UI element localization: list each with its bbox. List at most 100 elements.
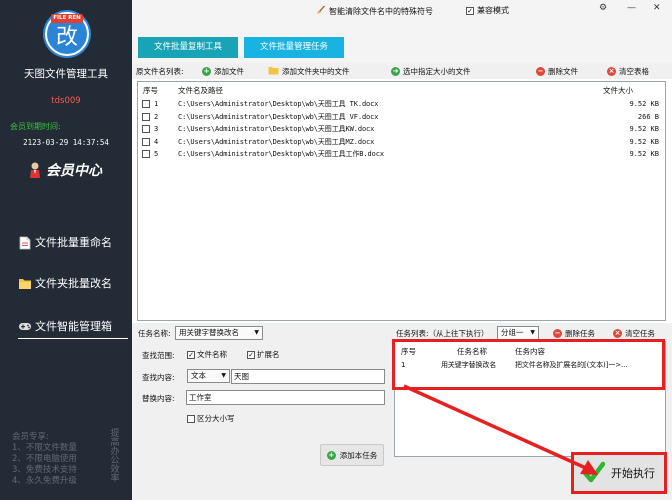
minus-icon: − [553,328,562,338]
app-logo: FILE REN 改 [45,12,89,56]
row-checkbox[interactable] [142,150,150,158]
row-index: 2 [154,112,159,121]
sidebar-item-file-rename[interactable]: 文件批量重命名 [18,232,112,252]
row-checkbox[interactable] [142,112,150,121]
tab-batch-copy[interactable]: 文件批量复制工具 [138,37,238,58]
table-row[interactable]: 4 C:\Users\Administrator\Desktop\wb\天图工具… [138,136,665,148]
column-header-index: 序号 [143,86,158,95]
minimize-button[interactable]: — [627,3,636,13]
delete-task-label: 删除任务 [565,328,595,338]
sidebar-item-label: 文件智能管理箱 [35,320,112,333]
table-row[interactable]: 2 C:\Users\Administrator\Desktop\wb\天图工具… [138,111,665,123]
chevron-down-icon: ▼ [530,329,535,336]
plus-icon: + [202,66,211,76]
expiry-date: 2123-03-29 14:37:54 [23,138,109,147]
promo-line: 4、永久免费升级 [12,476,77,486]
sidebar-item-smart-manager[interactable]: 文件智能管理箱 [18,316,112,336]
arrow-right-icon: ➜ [391,66,400,76]
compat-mode-label: 兼容模式 [477,6,509,15]
row-checkbox[interactable] [142,100,150,108]
row-size: 9.52 KB [629,150,659,158]
row-index: 3 [154,125,159,133]
chevron-down-icon: ▼ [221,372,226,379]
row-size: 266 B [637,112,659,121]
row-size: 9.52 KB [629,100,659,108]
add-file-label: 添加文件 [214,66,244,76]
task-highlight-frame [392,339,665,390]
find-type-select[interactable]: 文本 ▼ [187,369,230,383]
member-center-button[interactable]: 会员中心 [28,157,102,183]
add-folder-files-button[interactable]: 添加文件夹中的文件 [268,64,350,78]
clear-task-label: 清空任务 [625,328,655,338]
task-group-select[interactable]: 分组一 ▼ [497,326,539,340]
special-chars-label: 智能清除文件名中的特殊符号 [329,6,433,16]
checkbox-checked-icon: ✓ [466,6,474,15]
row-path: C:\Users\Administrator\Desktop\wb\天图工具MZ… [178,137,375,146]
promo-line: 3、免费技术支持 [12,465,77,475]
add-task-button[interactable]: + 添加本任务 [320,444,384,466]
clear-table-button[interactable]: × 清空表格 [607,64,649,78]
add-file-button[interactable]: + 添加文件 [202,64,244,78]
scope-label: 查找范围: [142,351,175,360]
member-icon [28,161,42,179]
plus-icon: + [326,450,336,460]
table-row[interactable]: 1 C:\Users\Administrator\Desktop\wb\天图工具… [138,98,665,110]
scope-filename-label: 文件名称 [197,350,227,359]
checkmark-icon [582,461,606,486]
task-name-value: 用关键字替换改名 [179,328,239,337]
row-index: 1 [154,100,159,108]
table-row[interactable]: 3 C:\Users\Administrator\Desktop\wb\天图工具… [138,123,665,135]
logo-tag: FILE REN [51,14,83,23]
row-path: C:\Users\Administrator\Desktop\wb\天图工具工作… [178,150,384,158]
app-title: 天图文件管理工具 [24,68,108,80]
find-label: 查找内容: [142,373,175,382]
expiry-label: 会员到期时间: [10,122,61,131]
delete-task-button[interactable]: − 删除任务 [553,326,595,340]
row-checkbox[interactable] [142,137,150,146]
scope-ext-checkbox[interactable]: ✓ 扩展名 [247,349,280,360]
promo-line: 1、不限文件数量 [12,443,77,453]
delete-file-label: 删除文件 [548,66,578,76]
row-checkbox[interactable] [142,125,150,133]
find-input[interactable]: 天图 [231,369,385,384]
promo-line: 2、不限电脑使用 [12,454,77,464]
delete-file-button[interactable]: − 删除文件 [536,64,578,78]
compat-mode-checkbox[interactable]: ✓ 兼容模式 [466,5,509,16]
case-sensitive-label: 区分大小写 [197,414,235,423]
find-type-value: 文本 [191,371,206,380]
scope-filename-checkbox[interactable]: ✓ 文件名称 [187,349,227,360]
task-name-select[interactable]: 用关键字替换改名 ▼ [175,326,263,340]
close-button[interactable]: ✕ [653,3,661,13]
member-center-label: 会员中心 [46,163,102,179]
promo-vertical-text: 提高办公效率 [108,428,119,482]
select-by-size-button[interactable]: ➜ 选中指定大小的文件 [391,64,471,78]
checkbox-checked-icon: ✓ [187,350,195,359]
file-list-label-text: 原文件名列表: [136,66,184,76]
case-sensitive-checkbox[interactable]: 区分大小写 [187,413,235,424]
promo-line: 会员专享: [12,432,49,442]
settings-icon[interactable]: ⚙ [599,3,607,13]
checkbox-checked-icon: ✓ [247,350,255,359]
scope-ext-label: 扩展名 [257,350,280,359]
replace-label: 替换内容: [142,394,175,403]
minus-icon: − [536,66,545,76]
replace-input[interactable]: 工作室 [186,390,385,405]
special-chars-option[interactable]: 智能清除文件名中的特殊符号 [316,5,433,17]
start-execute-button[interactable]: 开始执行 [571,452,667,494]
promo-text: 会员专享: 1、不限文件数量 2、不限电脑使用 3、免费技术支持 4、永久免费升… [12,432,77,487]
task-list-label: 任务列表:（从上往下执行） [396,329,489,338]
file-table[interactable]: 序号 文件名及路径 文件大小 1 C:\Users\Administrator\… [137,81,666,321]
sidebar-item-folder-rename[interactable]: 文件夹批量改名 [18,273,112,293]
row-index: 5 [154,150,159,158]
logo-char: 改 [55,25,78,50]
task-name-label: 任务名称: [138,329,171,338]
start-execute-label: 开始执行 [611,467,655,480]
tab-batch-manage[interactable]: 文件批量管理任务 [244,37,344,58]
table-row[interactable]: 5 C:\Users\Administrator\Desktop\wb\天图工具… [138,148,665,160]
clear-table-label: 清空表格 [619,66,649,76]
sidebar-item-label: 文件夹批量改名 [35,277,112,290]
sidebar-item-label: 文件批量重命名 [35,236,112,249]
row-index: 4 [154,137,159,146]
clear-task-button[interactable]: × 清空任务 [613,326,655,340]
row-path: C:\Users\Administrator\Desktop\wb\天图工具KW… [178,125,375,133]
